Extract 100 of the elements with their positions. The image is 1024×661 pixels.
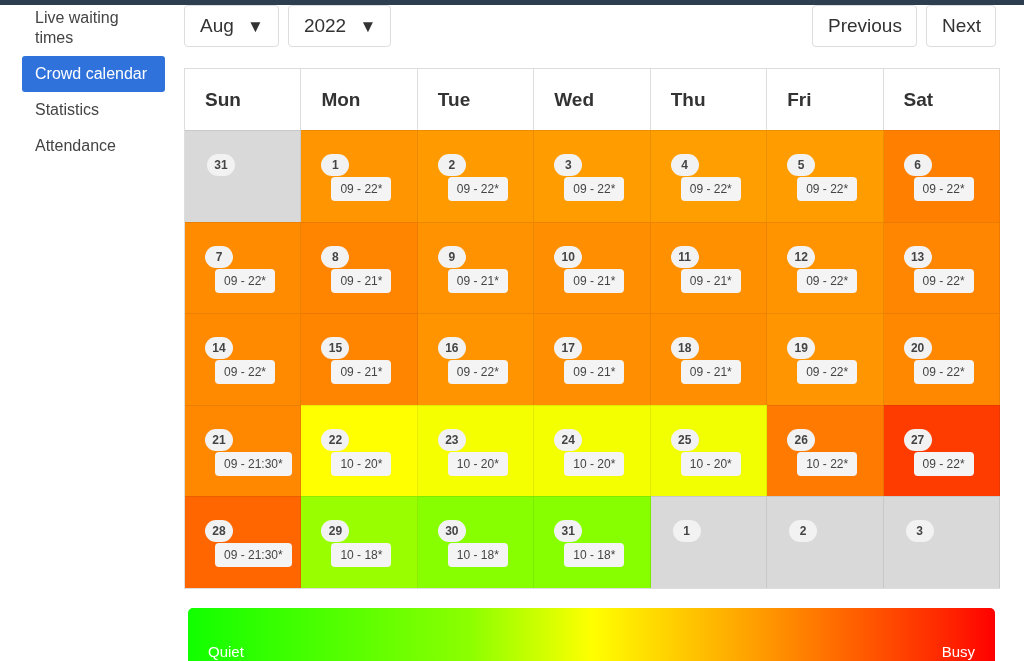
opening-hours: 09 - 22* <box>215 360 276 384</box>
day-cell[interactable]: 4 09 - 22* <box>650 130 768 222</box>
day-cell[interactable]: 23 10 - 20* <box>417 404 535 496</box>
opening-hours: 09 - 22* <box>913 451 974 476</box>
opening-hours: 09 - 22* <box>215 268 276 293</box>
day-number: 1 <box>321 154 350 176</box>
day-cell[interactable]: 30 10 - 18* <box>417 496 535 588</box>
opening-hours: 09 - 22* <box>447 177 508 201</box>
opening-hours: 10 - 20* <box>680 451 741 476</box>
opening-hours: 10 - 20* <box>564 451 625 476</box>
day-number: 13 <box>903 245 932 268</box>
opening-hours: 10 - 20* <box>447 451 508 476</box>
day-number: 26 <box>787 428 816 451</box>
opening-hours: 09 - 21:30* <box>215 451 292 476</box>
day-cell[interactable]: 3 09 - 22* <box>534 130 651 222</box>
day-cell[interactable]: 11 09 - 21* <box>650 221 768 313</box>
day-cell[interactable]: 16 09 - 22* <box>417 313 535 405</box>
sidebar-item[interactable]: Attendance <box>22 128 165 164</box>
day-cell[interactable]: 28 09 - 21:30* <box>185 496 302 588</box>
day-number: 5 <box>787 154 816 176</box>
day-cell[interactable]: 21 09 - 21:30* <box>185 404 302 496</box>
nav-button[interactable]: Previous <box>812 5 917 47</box>
sidebar-item[interactable]: Statistics <box>22 92 165 128</box>
opening-hours: 09 - 21* <box>680 360 741 384</box>
opening-hours: 09 - 21* <box>564 360 625 384</box>
day-number: 27 <box>903 428 932 451</box>
opening-hours: 09 - 21* <box>331 360 392 384</box>
day-cell[interactable]: 7 09 - 22* <box>185 221 302 313</box>
opening-hours: 09 - 22* <box>447 360 508 384</box>
day-number: 29 <box>321 520 350 542</box>
opening-hours: 09 - 22* <box>797 360 858 384</box>
day-cell[interactable]: 10 09 - 21* <box>534 221 651 313</box>
opening-hours: 09 - 22* <box>913 360 974 384</box>
opening-hours: 09 - 21:30* <box>215 543 292 567</box>
day-cell[interactable]: 9 09 - 21* <box>417 221 535 313</box>
day-cell[interactable]: 2 09 - 22* <box>417 130 535 222</box>
day-cell[interactable]: 26 10 - 22* <box>767 404 884 496</box>
day-number: 31 <box>554 520 583 542</box>
day-number: 14 <box>205 337 233 359</box>
opening-hours: 10 - 18* <box>447 543 508 567</box>
day-number: 21 <box>205 428 233 451</box>
day-cell[interactable]: 31 10 - 18* <box>534 496 651 588</box>
day-number: 28 <box>205 520 233 542</box>
day-cell[interactable]: 15 09 - 21* <box>301 313 418 405</box>
opening-hours: 10 - 20* <box>331 451 392 476</box>
legend-label: Busy <box>941 642 975 660</box>
opening-hours: 09 - 22* <box>913 177 974 201</box>
month-dropdown[interactable]: Aug ▼ <box>184 5 279 47</box>
day-cell[interactable]: 1 09 - 22* <box>301 130 418 222</box>
day-number: 1 <box>672 520 701 542</box>
day-cell[interactable]: 3 <box>883 496 1000 588</box>
opening-hours: 09 - 22* <box>564 177 625 201</box>
day-cell[interactable]: 8 09 - 21* <box>301 221 418 313</box>
day-number: 31 <box>207 154 235 176</box>
opening-hours: 09 - 21* <box>331 268 392 293</box>
day-number: 16 <box>437 337 466 359</box>
day-cell[interactable]: 19 09 - 22* <box>767 313 884 405</box>
day-number: 3 <box>554 154 583 176</box>
day-cell[interactable]: 1 <box>650 496 768 588</box>
day-cell[interactable]: 25 10 - 20* <box>650 404 768 496</box>
opening-hours: 09 - 21* <box>564 268 625 293</box>
opening-hours: 10 - 22* <box>797 451 858 476</box>
day-number: 24 <box>554 428 583 451</box>
legend-label: Quiet <box>208 642 244 660</box>
day-cell[interactable]: 18 09 - 21* <box>650 313 768 405</box>
day-number: 23 <box>437 428 466 451</box>
day-number: 2 <box>437 154 466 176</box>
day-cell[interactable]: 17 09 - 21* <box>534 313 651 405</box>
year-dropdown[interactable]: 2022 ▼ <box>287 5 392 47</box>
day-cell[interactable]: 31 <box>185 130 302 222</box>
day-cell[interactable]: 20 09 - 22* <box>883 313 1000 405</box>
day-cell[interactable]: 13 09 - 22* <box>883 221 1000 313</box>
day-number: 20 <box>903 337 932 359</box>
opening-hours: 10 - 18* <box>564 543 625 567</box>
opening-hours: 09 - 22* <box>797 268 858 293</box>
day-cell[interactable]: 27 09 - 22* <box>883 404 1000 496</box>
day-number: 19 <box>787 337 816 359</box>
day-cell[interactable]: 22 10 - 20* <box>301 404 418 496</box>
opening-hours: 10 - 18* <box>331 543 392 567</box>
opening-hours: 09 - 22* <box>680 177 741 201</box>
day-number: 6 <box>903 154 932 176</box>
day-cell[interactable]: 29 10 - 18* <box>301 496 418 588</box>
day-cell[interactable]: 24 10 - 20* <box>534 404 651 496</box>
day-number: 4 <box>670 154 699 176</box>
day-number: 7 <box>205 245 233 268</box>
day-number: 25 <box>670 428 699 451</box>
sidebar-item[interactable]: Crowd calendar <box>22 56 165 92</box>
day-cell[interactable]: 5 09 - 22* <box>767 130 884 222</box>
opening-hours: 09 - 22* <box>331 177 392 201</box>
nav-button[interactable]: Next <box>925 5 996 47</box>
opening-hours: 09 - 22* <box>797 177 858 201</box>
day-number: 11 <box>670 245 699 268</box>
day-number: 2 <box>789 520 818 542</box>
day-number: 8 <box>321 245 350 268</box>
day-cell[interactable]: 2 <box>767 496 884 588</box>
day-cell[interactable]: 6 09 - 22* <box>883 130 1000 222</box>
day-number: 30 <box>437 520 466 542</box>
sidebar-item[interactable]: Live waiting times <box>22 7 165 56</box>
day-cell[interactable]: 14 09 - 22* <box>185 313 302 405</box>
day-cell[interactable]: 12 09 - 22* <box>767 221 884 313</box>
